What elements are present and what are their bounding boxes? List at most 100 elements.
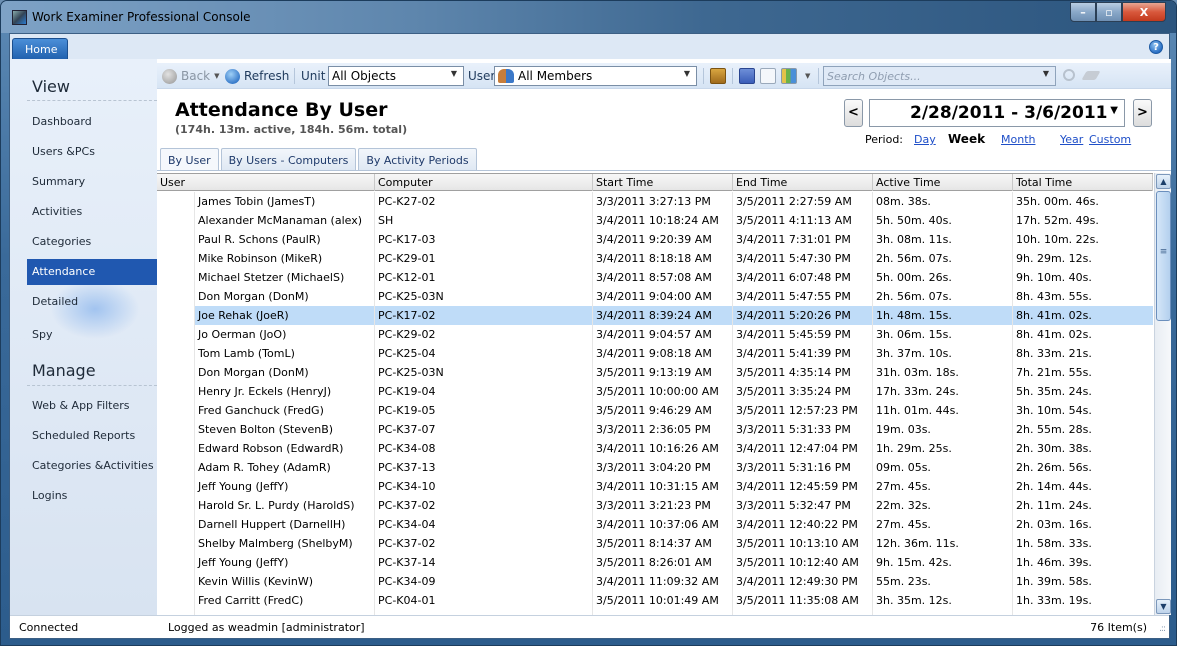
table-row[interactable]: Don Morgan (DonM) PC-K25-03N 3/5/2011 9:13…	[157, 363, 1153, 382]
user-cell: Don Morgan (DonM)	[195, 363, 375, 382]
user-cell: Henry Jr. Eckels (HenryJ)	[195, 382, 375, 401]
scroll-thumb[interactable]: ≡	[1156, 191, 1171, 321]
column-header-user[interactable]: User	[157, 174, 375, 191]
tab-home[interactable]: Home	[12, 38, 68, 60]
table-row[interactable]: Mike Robinson (MikeR) PC-K29-01 3/4/2011 8…	[157, 249, 1153, 268]
next-period-button[interactable]: >	[1133, 99, 1152, 127]
sidebar-item-detailed[interactable]: Detailed	[27, 289, 157, 315]
report-tabs: By User By Users - Computers By Activity P…	[160, 148, 479, 171]
table-row[interactable]: Steven Bolton (StevenB) PC-K37-07 3/3/2011…	[157, 420, 1153, 439]
period-label: Period:	[865, 133, 904, 146]
print-preview-icon[interactable]	[760, 68, 776, 84]
sidebar-item-web-app-filters[interactable]: Web & App Filters	[27, 393, 157, 419]
active-time-cell: 2h. 56m. 07s.	[873, 287, 1013, 306]
help-icon[interactable]: ?	[1149, 40, 1163, 54]
total-time-cell: 2h. 14m. 44s.	[1016, 480, 1092, 493]
start-time-cell: 3/5/2011 10:00:00 AM	[593, 382, 733, 401]
total-time-cell: 1h. 46m. 39s.	[1016, 556, 1092, 569]
column-header-start-time[interactable]: Start Time	[593, 174, 733, 191]
title-bar: Work Examiner Professional Console – ▫ X	[1, 1, 1176, 33]
table-row[interactable]: Edward Robson (EdwardR) PC-K34-08 3/4/2011…	[157, 439, 1153, 458]
column-header-computer[interactable]: Computer	[375, 174, 593, 191]
chevron-down-icon[interactable]: ▼	[214, 72, 219, 80]
search-input[interactable]: Search Objects... ▼	[823, 66, 1056, 86]
total-time-cell: 9h. 10m. 40s.	[1016, 271, 1092, 284]
active-time-cell: 5h. 50m. 40s.	[873, 211, 1013, 230]
sidebar-item-attendance[interactable]: Attendance	[27, 259, 157, 285]
total-time-cell: 2h. 26m. 56s.	[1016, 461, 1092, 474]
search-icon[interactable]	[1063, 69, 1075, 81]
sidebar-item-logins[interactable]: Logins	[27, 483, 157, 509]
table-row[interactable]: James Tobin (JamesT) PC-K27-02 3/3/2011 3:…	[157, 192, 1153, 211]
sidebar-item-users-pcs[interactable]: Users &PCs	[27, 139, 157, 165]
scroll-down-button[interactable]: ▼	[1156, 599, 1171, 614]
period-day[interactable]: Day	[914, 133, 936, 146]
tab-by-users-computers[interactable]: By Users - Computers	[220, 148, 357, 170]
computer-cell: PC-K29-02	[375, 325, 593, 344]
column-header-active-time[interactable]: Active Time	[873, 174, 1013, 191]
schedule-chart-icon[interactable]	[781, 68, 797, 84]
scroll-up-button[interactable]: ▲	[1156, 174, 1171, 189]
row-indent	[157, 477, 195, 496]
table-row[interactable]: Jo Oerman (JoO) PC-K29-02 3/4/2011 9:04:57…	[157, 325, 1153, 344]
table-row[interactable]: Darnell Huppert (DarnellH) PC-K34-04 3/4/2…	[157, 515, 1153, 534]
chart-options-dropdown[interactable]: ▼	[801, 67, 810, 85]
refresh-icon	[225, 68, 240, 84]
column-header-total-time[interactable]: Total Time	[1013, 174, 1153, 191]
end-time-cell: 3/5/2011 11:35:08 AM	[733, 591, 873, 610]
sidebar-item-categories[interactable]: Categories	[27, 229, 157, 255]
end-time-cell: 3/4/2011 6:07:48 PM	[733, 268, 873, 287]
vertical-scrollbar[interactable]: ▲ ≡ ▼	[1154, 173, 1171, 615]
date-range-picker[interactable]: 2/28/2011 - 3/6/2011 ▼	[869, 99, 1125, 127]
table-row[interactable]: Fred Carritt (FredC) PC-K04-01 3/5/2011 10…	[157, 591, 1153, 610]
tab-by-activity-periods[interactable]: By Activity Periods	[358, 148, 477, 170]
clear-search-icon[interactable]	[1081, 71, 1101, 80]
user-select[interactable]: All Members ▼	[494, 66, 697, 86]
table-row[interactable]: Don Morgan (DonM) PC-K25-03N 3/4/2011 9:04…	[157, 287, 1153, 306]
table-row[interactable]: Paul R. Schons (PaulR) PC-K17-03 3/4/2011 …	[157, 230, 1153, 249]
tab-by-user[interactable]: By User	[160, 148, 219, 171]
minimize-button[interactable]: –	[1070, 2, 1096, 22]
table-row[interactable]: Jeff Young (JeffY) PC-K37-14 3/5/2011 8:26…	[157, 553, 1153, 572]
main-panel: Back ▼ Refresh Unit All Objects ▼ User A…	[157, 59, 1171, 615]
sidebar-item-categories-activities[interactable]: Categories &Activities	[27, 453, 157, 479]
period-custom[interactable]: Custom	[1089, 133, 1131, 146]
row-indent	[157, 420, 195, 439]
sidebar-item-dashboard[interactable]: Dashboard	[27, 109, 157, 135]
user-cell: Michael Stetzer (MichaelS)	[195, 268, 375, 287]
sidebar-item-summary[interactable]: Summary	[27, 169, 157, 195]
sidebar-item-spy[interactable]: Spy	[27, 322, 157, 348]
save-icon[interactable]	[739, 68, 755, 84]
previous-period-button[interactable]: <	[844, 99, 863, 127]
table-row[interactable]: Jeff Young (JeffY) PC-K34-10 3/4/2011 10:3…	[157, 477, 1153, 496]
row-indent	[157, 382, 195, 401]
table-row[interactable]: Fred Ganchuck (FredG) PC-K19-05 3/5/2011 9…	[157, 401, 1153, 420]
computer-cell: PC-K25-04	[375, 344, 593, 363]
unit-select[interactable]: All Objects ▼	[328, 66, 464, 86]
sidebar-item-activities[interactable]: Activities	[27, 199, 157, 225]
close-button[interactable]: X	[1122, 2, 1166, 22]
filter-icon[interactable]	[710, 68, 726, 84]
table-row[interactable]: Kevin Willis (KevinW) PC-K34-09 3/4/2011 1…	[157, 572, 1153, 591]
resize-grip[interactable]: .::	[1159, 624, 1166, 634]
table-row[interactable]: Adam R. Tohey (AdamR) PC-K37-13 3/3/2011 3…	[157, 458, 1153, 477]
table-row[interactable]: Joe Rehak (JoeR) PC-K17-02 3/4/2011 8:39:2…	[157, 306, 1153, 325]
back-button[interactable]: Back ▼	[162, 67, 220, 85]
table-row[interactable]: Shelby Malmberg (ShelbyM) PC-K37-02 3/5/20…	[157, 534, 1153, 553]
table-row[interactable]: Michael Stetzer (MichaelS) PC-K12-01 3/4/2…	[157, 268, 1153, 287]
column-header-end-time[interactable]: End Time	[733, 174, 873, 191]
table-row[interactable]: Harold Sr. L. Purdy (HaroldS) PC-K37-02 3/…	[157, 496, 1153, 515]
refresh-button[interactable]: Refresh	[225, 67, 289, 85]
table-row[interactable]: Tom Lamb (TomL) PC-K25-04 3/4/2011 9:08:18…	[157, 344, 1153, 363]
active-time-cell: 9h. 15m. 42s.	[873, 553, 1013, 572]
period-month[interactable]: Month	[1001, 133, 1035, 146]
end-time-cell: 3/5/2011 10:12:40 AM	[733, 553, 873, 572]
active-time-cell: 19m. 03s.	[873, 420, 1013, 439]
table-row[interactable]: Alexander McManaman (alex) SH 3/4/2011 10:…	[157, 211, 1153, 230]
period-year[interactable]: Year	[1060, 133, 1083, 146]
user-cell: Paul R. Schons (PaulR)	[195, 230, 375, 249]
maximize-button[interactable]: ▫	[1096, 2, 1122, 22]
sidebar-item-scheduled-reports[interactable]: Scheduled Reports	[27, 423, 157, 449]
table-row[interactable]: Henry Jr. Eckels (HenryJ) PC-K19-04 3/5/20…	[157, 382, 1153, 401]
divider	[27, 385, 157, 386]
